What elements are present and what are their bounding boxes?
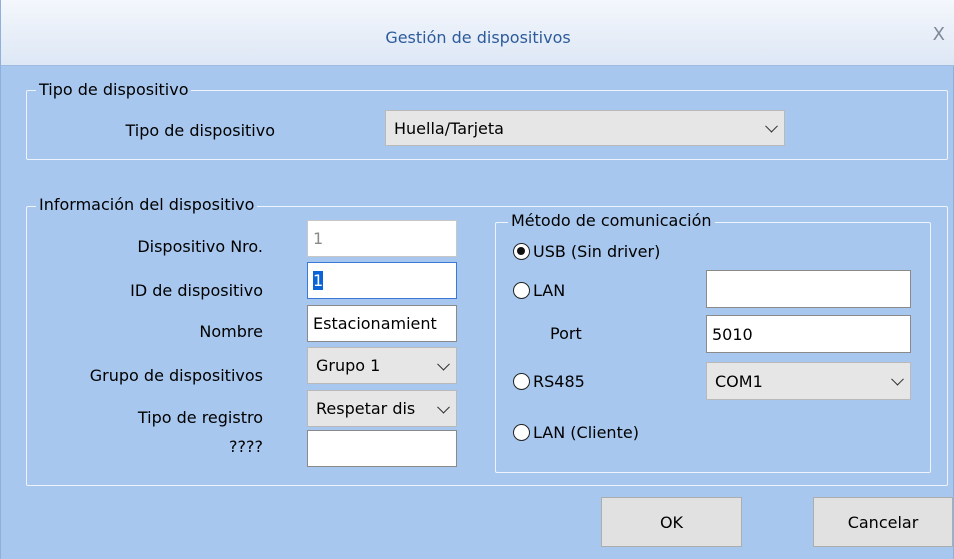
chevron-down-icon: [891, 372, 904, 386]
radio-rs485[interactable]: RS485: [513, 372, 585, 391]
ok-button[interactable]: OK: [601, 497, 742, 547]
radio-usb-indicator: [513, 243, 530, 260]
chevron-down-icon: [765, 119, 778, 133]
device-group-label: Grupo de dispositivos: [89, 366, 263, 385]
device-type-selected: Huella/Tarjeta: [394, 118, 504, 138]
device-management-dialog: Gestión de dispositivos X Tipo de dispos…: [0, 0, 954, 559]
device-group-selected: Grupo 1: [316, 356, 381, 375]
device-number-label: Dispositivo Nro.: [137, 237, 263, 256]
close-icon[interactable]: X: [933, 24, 945, 45]
cancel-button[interactable]: Cancelar: [813, 497, 953, 547]
device-type-legend: Tipo de dispositivo: [36, 80, 192, 99]
name-field[interactable]: Estacionamient: [307, 305, 457, 342]
radio-rs485-label: RS485: [533, 372, 585, 391]
radio-lan[interactable]: LAN: [513, 281, 565, 300]
port-field[interactable]: 5010: [706, 315, 911, 353]
com-port-selected: COM1: [715, 371, 763, 391]
unknown-field[interactable]: [307, 430, 457, 467]
radio-rs485-indicator: [513, 373, 530, 390]
device-id-label: ID de dispositivo: [130, 281, 263, 300]
radio-usb[interactable]: USB (Sin driver): [513, 242, 660, 261]
chevron-down-icon: [437, 357, 450, 371]
radio-lan-client-label: LAN (Cliente): [533, 423, 639, 442]
device-info-legend: Información del dispositivo: [36, 195, 258, 214]
radio-lan-label: LAN: [533, 281, 566, 300]
record-type-label: Tipo de registro: [137, 408, 263, 427]
device-id-value: 1: [313, 271, 324, 290]
device-number-field[interactable]: 1: [307, 220, 457, 257]
chevron-down-icon: [437, 400, 450, 414]
lan-ip-field[interactable]: [706, 270, 911, 308]
port-label: Port: [550, 324, 582, 343]
radio-lan-client-indicator: [513, 424, 530, 441]
unknown-label: ????: [229, 437, 263, 456]
comm-method-legend: Método de comunicación: [508, 211, 715, 230]
record-type-select[interactable]: Respetar dis: [307, 390, 457, 427]
com-port-select[interactable]: COM1: [706, 362, 911, 400]
radio-lan-indicator: [513, 282, 530, 299]
device-type-label: Tipo de dispositivo: [125, 121, 275, 140]
device-group-select[interactable]: Grupo 1: [307, 347, 457, 384]
name-label: Nombre: [199, 322, 263, 341]
title-bar: Gestión de dispositivos X: [1, 0, 954, 66]
record-type-selected: Respetar dis: [316, 399, 416, 418]
radio-lan-client[interactable]: LAN (Cliente): [513, 423, 639, 442]
device-type-select[interactable]: Huella/Tarjeta: [385, 110, 785, 146]
window-title: Gestión de dispositivos: [385, 28, 571, 47]
device-id-field[interactable]: 1: [307, 262, 457, 299]
radio-usb-label: USB (Sin driver): [533, 242, 661, 261]
